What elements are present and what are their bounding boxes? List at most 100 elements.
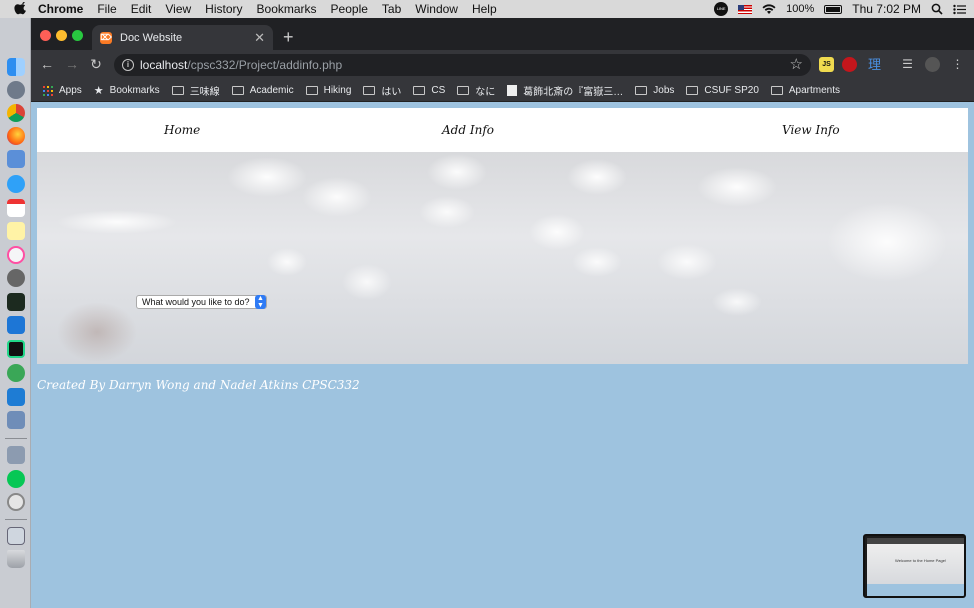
screenshot-thumbnail[interactable]: Welcome to the Home Page!: [863, 534, 966, 598]
notification-center-icon[interactable]: [953, 4, 966, 15]
reload-icon[interactable]: ↻: [87, 56, 105, 73]
media-controls-icon[interactable]: ☰: [900, 57, 915, 72]
downloads-stack-icon[interactable]: [7, 527, 25, 545]
folder-icon: [770, 86, 783, 95]
bookmark-label: Apps: [59, 85, 82, 96]
battery-percent: 100%: [786, 3, 815, 15]
bookmark-folder-shamisen[interactable]: 三味線: [171, 83, 220, 98]
calendar-icon[interactable]: [7, 199, 25, 217]
screenshot-icon[interactable]: [7, 446, 25, 464]
xcode-icon[interactable]: [7, 316, 25, 334]
ublock-extension-icon[interactable]: [842, 57, 857, 72]
menu-view[interactable]: View: [165, 2, 191, 16]
macos-menubar: Chrome File Edit View History Bookmarks …: [0, 0, 974, 18]
menu-edit[interactable]: Edit: [131, 2, 152, 16]
bookmark-folder-cs[interactable]: CS: [413, 85, 445, 96]
battery-icon[interactable]: [824, 4, 843, 14]
bookmark-label: なに: [475, 87, 496, 98]
bookmark-label: 三味線: [189, 87, 220, 98]
folder-icon: [686, 86, 699, 95]
network-icon[interactable]: [7, 364, 25, 382]
apps-grid-icon: [43, 85, 53, 96]
new-tab-icon[interactable]: +: [283, 27, 294, 48]
dock: [0, 18, 31, 608]
bookmark-label: Apartments: [788, 85, 841, 96]
bookmark-hokusai[interactable]: 葛飾北斎の『富嶽三…: [507, 83, 623, 98]
chrome-menu-icon[interactable]: ⋮: [950, 57, 965, 72]
action-select[interactable]: What would you like to do? ▲ ▼: [136, 295, 267, 309]
input-source-flag-icon[interactable]: [738, 4, 753, 14]
notes-icon[interactable]: [7, 222, 25, 240]
bookmark-folder-nani[interactable]: なに: [457, 83, 495, 98]
bookmark-folder-hai[interactable]: はい: [363, 83, 401, 98]
folder-icon: [171, 86, 184, 95]
bookmark-folder-jobs[interactable]: Jobs: [635, 85, 674, 96]
system-preferences-icon[interactable]: [7, 269, 25, 287]
clock[interactable]: Thu 7:02 PM: [852, 2, 921, 16]
profile-avatar[interactable]: [925, 57, 940, 72]
dock-separator: [5, 519, 27, 520]
minimize-window-button[interactable]: [56, 30, 67, 41]
bookmark-folder-hiking[interactable]: Hiking: [305, 85, 352, 96]
tab-doc-website[interactable]: ⌦ Doc Website ✕: [92, 25, 273, 50]
bookmark-star-icon[interactable]: ☆: [790, 55, 803, 73]
vscode-icon[interactable]: [7, 388, 25, 406]
trash-icon[interactable]: [7, 550, 25, 568]
pycharm-icon[interactable]: [7, 340, 25, 358]
back-arrow-icon[interactable]: ←: [38, 56, 56, 72]
folder-icon: [231, 86, 244, 95]
menu-app-name[interactable]: Chrome: [38, 2, 83, 16]
bookmark-folder-academic[interactable]: Academic: [231, 85, 294, 96]
close-window-button[interactable]: [40, 30, 51, 41]
forward-arrow-icon[interactable]: →: [63, 56, 81, 72]
bookmark-label: Bookmarks: [109, 85, 160, 96]
line-status-icon[interactable]: LINE: [714, 2, 729, 16]
preview-icon[interactable]: [7, 150, 25, 168]
folder-icon: [635, 86, 648, 95]
chrome-icon[interactable]: [7, 104, 25, 122]
kanji-extension-icon[interactable]: 理: [867, 57, 882, 72]
menu-history[interactable]: History: [205, 2, 242, 16]
tab-title: Doc Website: [120, 31, 183, 44]
nav-home-link[interactable]: Home: [164, 123, 200, 137]
web-page: Home Add Info View Info What would you l…: [31, 103, 974, 608]
messages-icon[interactable]: [7, 175, 25, 193]
nav-add-info-link[interactable]: Add Info: [442, 123, 494, 137]
hero-image: What would you like to do? ▲ ▼: [37, 152, 968, 364]
spotlight-search-icon[interactable]: [931, 3, 943, 15]
page-favicon-icon: [507, 85, 518, 96]
nav-view-info-link[interactable]: View Info: [782, 123, 840, 137]
launchpad-icon[interactable]: [7, 81, 25, 99]
menu-people[interactable]: People: [331, 2, 368, 16]
apple-icon[interactable]: [14, 2, 28, 16]
tab-strip: ⌦ Doc Website ✕ +: [31, 18, 974, 50]
line-app-icon[interactable]: [7, 470, 25, 488]
url-path: /cpsc332/Project/addinfo.php: [187, 58, 343, 72]
site-info-icon[interactable]: i: [122, 59, 134, 71]
menu-bookmarks[interactable]: Bookmarks: [257, 2, 317, 16]
wifi-icon[interactable]: [762, 3, 776, 15]
itunes-icon[interactable]: [7, 246, 25, 264]
folder-icon: [363, 86, 376, 95]
zoom-window-button[interactable]: [72, 30, 83, 41]
menu-help[interactable]: Help: [472, 2, 497, 16]
close-tab-icon[interactable]: ✕: [254, 30, 265, 46]
virtualbox-icon[interactable]: [7, 411, 25, 429]
disk-utility-icon[interactable]: [7, 493, 25, 511]
star-icon: ★: [93, 85, 104, 97]
bookmark-folder-csuf[interactable]: CSUF SP20: [686, 85, 759, 96]
bookmark-label: Jobs: [653, 85, 675, 96]
select-arrows-icon[interactable]: ▲ ▼: [255, 295, 266, 309]
javascript-extension-icon[interactable]: JS: [819, 57, 834, 72]
menu-window[interactable]: Window: [415, 2, 458, 16]
address-bar[interactable]: i localhost/cpsc332/Project/addinfo.php …: [114, 54, 811, 76]
bookmark-apps[interactable]: Apps: [43, 85, 82, 96]
activity-monitor-icon[interactable]: [7, 293, 25, 311]
menu-tab[interactable]: Tab: [382, 2, 401, 16]
bookmark-label: Hiking: [323, 85, 352, 96]
firefox-icon[interactable]: [7, 127, 25, 145]
bookmark-folder-apartments[interactable]: Apartments: [770, 85, 841, 96]
finder-icon[interactable]: [7, 58, 25, 76]
bookmark-bookmarks[interactable]: ★ Bookmarks: [94, 84, 160, 97]
menu-file[interactable]: File: [97, 2, 116, 16]
